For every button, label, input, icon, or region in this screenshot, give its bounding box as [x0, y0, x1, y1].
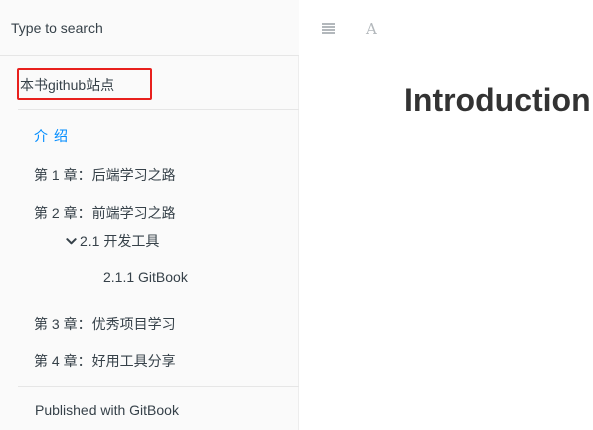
search-input[interactable]: [0, 0, 298, 55]
toc-item-label: 第 3 章：优秀项目学习: [34, 316, 176, 332]
toc-item-label: 第 2 章：前端学习之路: [34, 205, 176, 221]
toc-item-chapter-2[interactable]: 第 2 章：前端学习之路: [34, 204, 176, 222]
divider: [18, 386, 299, 387]
gitbook-app: 本书github站点 介绍 第 1 章：后端学习之路 第 2 章：前端学习之路 …: [0, 0, 593, 430]
toc-item-label: 2.1 开发工具: [80, 233, 160, 249]
toc-item-chapter-3[interactable]: 第 3 章：优秀项目学习: [34, 315, 176, 333]
font-settings-icon[interactable]: A: [366, 20, 377, 38]
toc-item-label: 第 4 章：好用工具分享: [34, 353, 176, 369]
toc-item-label: 第 1 章：后端学习之路: [34, 167, 176, 183]
toc-item-introduction[interactable]: 介绍: [34, 127, 74, 145]
toc-item-chapter-4[interactable]: 第 4 章：好用工具分享: [34, 352, 176, 370]
hamburger-menu-icon[interactable]: [322, 23, 335, 34]
toc-item-section-2-1[interactable]: 2.1 开发工具: [66, 232, 159, 250]
page-title: Introduction: [404, 82, 591, 118]
sidebar: 本书github站点 介绍 第 1 章：后端学习之路 第 2 章：前端学习之路 …: [0, 0, 299, 430]
toc-item-chapter-1[interactable]: 第 1 章：后端学习之路: [34, 166, 176, 184]
toc-item-label: 介绍: [34, 128, 74, 144]
toc-item-label: 2.1.1 GitBook: [103, 269, 188, 285]
footer-label: Published with GitBook: [35, 402, 179, 418]
search-box: [0, 0, 299, 56]
github-site-link[interactable]: 本书github站点: [17, 68, 152, 100]
chevron-down-icon[interactable]: [66, 236, 77, 247]
divider: [18, 109, 299, 110]
font-settings-glyph: A: [366, 20, 377, 38]
published-with-gitbook-link[interactable]: Published with GitBook: [35, 402, 179, 418]
github-site-link-label: 本书github站点: [20, 77, 115, 93]
toc-item-section-2-1-1[interactable]: 2.1.1 GitBook: [103, 268, 188, 286]
